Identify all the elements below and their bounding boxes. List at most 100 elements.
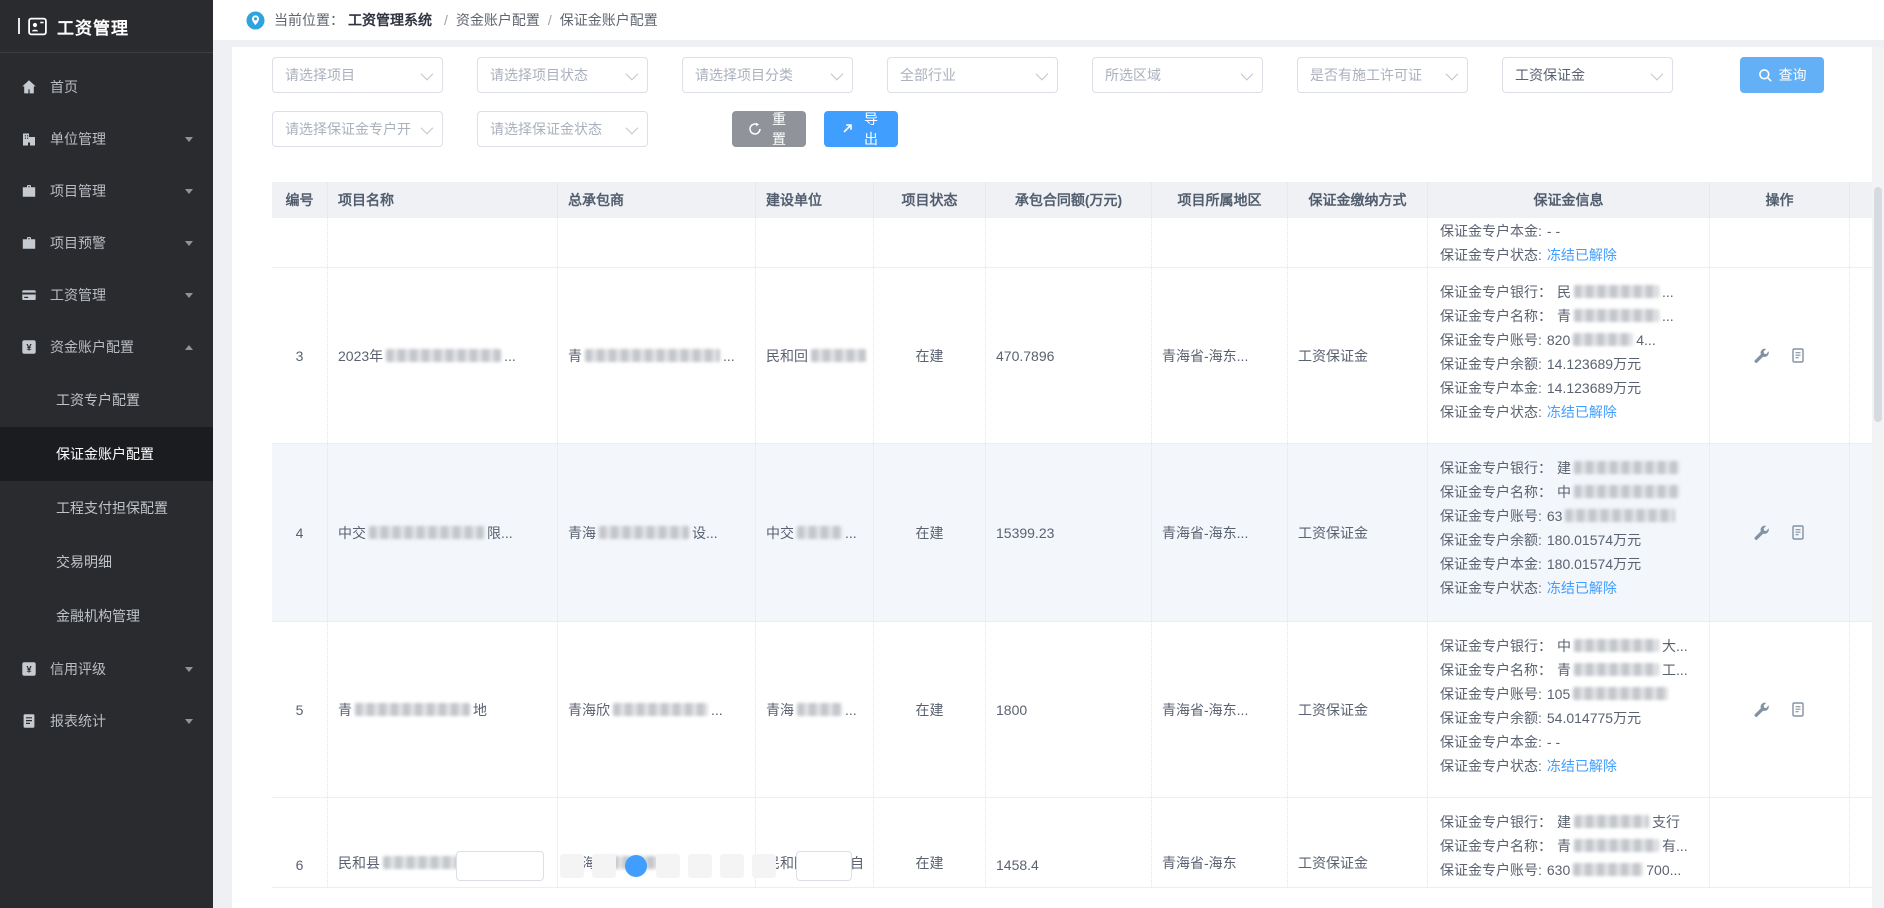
sidebar-item[interactable]: 项目管理 (0, 165, 213, 217)
filter-value: 全部行业 (900, 65, 956, 85)
filter-project-status[interactable]: 请选择项目状态 (477, 57, 648, 93)
sidebar-item-label: 单位管理 (50, 129, 106, 149)
edit-wrench-button[interactable] (1753, 524, 1770, 541)
redacted-text: 青海设... (568, 523, 718, 543)
blurred-text (1573, 863, 1643, 876)
column-header-region: 项目所属地区 (1152, 182, 1288, 218)
deposit-info-line: 保证金专户账号:105 (1440, 682, 1697, 706)
cell-region: 青海省-海东... (1152, 444, 1288, 621)
page-button[interactable] (688, 854, 712, 878)
breadcrumb-root[interactable]: 工资管理系统 (348, 10, 432, 30)
filter-project-category[interactable]: 请选择项目分类 (682, 57, 853, 93)
sidebar-item[interactable]: 首页 (0, 61, 213, 113)
column-header-name: 项目名称 (328, 182, 558, 218)
scrollbar-thumb[interactable] (1874, 187, 1882, 422)
breadcrumb-prefix: 当前位置： (274, 10, 344, 30)
cell-id (272, 218, 328, 267)
page-button[interactable] (656, 854, 680, 878)
sidebar-item[interactable]: 单位管理 (0, 113, 213, 165)
deposit-field-label: 保证金专户名称： (1440, 838, 1552, 854)
edit-wrench-button[interactable] (1753, 347, 1770, 364)
blurred-text (369, 526, 484, 539)
cell-amount: 1800 (986, 622, 1152, 797)
breadcrumb-item[interactable]: 资金账户配置 (456, 10, 540, 30)
blurred-text (811, 349, 866, 362)
cell-builder: 民和回 (756, 268, 874, 443)
export-button[interactable]: 导出 (824, 111, 898, 147)
page-button[interactable] (720, 854, 744, 878)
deposit-status-link[interactable]: 冻结已解除 (1547, 758, 1617, 774)
next-page-button[interactable] (752, 854, 776, 878)
cell-region: 青海省-海东 (1152, 798, 1288, 887)
refresh-icon (748, 122, 762, 136)
sidebar-item[interactable]: ¥信用评级 (0, 643, 213, 695)
sidebar-subitem[interactable]: 保证金账户配置 (0, 427, 213, 481)
filter-value: 请选择项目分类 (695, 65, 793, 85)
filter-row-1: 请选择项目请选择项目状态 请选择项目分类 全部行业 所选区域 是否有施工许可证 工资保证金… (272, 57, 1884, 93)
scrollbar-track[interactable] (1872, 47, 1884, 908)
deposit-info-line: 保证金专户名称： 青有... (1440, 834, 1697, 858)
filter-industry[interactable]: 全部行业 (887, 57, 1058, 93)
building-icon (20, 131, 37, 147)
cell-contractor: 青海设... (558, 444, 756, 621)
deposit-status-link[interactable]: 冻结已解除 (1547, 247, 1617, 263)
redacted-text: 青海欣... (568, 700, 723, 720)
filter-area[interactable]: 所选区域 (1092, 57, 1263, 93)
deposit-info-line: 保证金专户余额:54.014775万元 (1440, 706, 1697, 730)
filter-construction-permit[interactable]: 是否有施工许可证 (1297, 57, 1468, 93)
page-button[interactable] (592, 854, 616, 878)
prev-page-button[interactable] (560, 854, 584, 878)
cell-actions (1710, 622, 1850, 797)
location-pin-icon (246, 11, 265, 30)
cell-amount: 15399.23 (986, 444, 1152, 621)
deposit-field-value: 180.01574万元 (1547, 556, 1641, 572)
deposit-info-line: 保证金专户银行：建支行 (1440, 810, 1697, 834)
cell-builder: 中交... (756, 444, 874, 621)
column-header-contractor: 总承包商 (558, 182, 756, 218)
sidebar-item[interactable]: 报表统计 (0, 695, 213, 747)
edit-wrench-button[interactable] (1753, 701, 1770, 718)
sidebar-subitem[interactable]: 金融机构管理 (0, 589, 213, 643)
breadcrumb-item[interactable]: 保证金账户配置 (560, 10, 658, 30)
deposit-field-label: 保证金专户银行： (1440, 460, 1552, 476)
redacted-text: 青... (1557, 308, 1674, 324)
deposit-field-label: 保证金专户本金: (1440, 734, 1542, 750)
page-jump-input[interactable] (796, 851, 852, 881)
filter-deposit-bank[interactable]: 请选择保证金专户开 (272, 111, 443, 147)
sidebar-subitem[interactable]: 交易明细 (0, 535, 213, 589)
detail-document-button[interactable] (1790, 701, 1806, 718)
redacted-text: 青有... (1557, 838, 1688, 854)
filter-deposit-type[interactable]: 工资保证金 (1502, 57, 1673, 93)
sidebar-item[interactable]: ¥资金账户配置 (0, 321, 213, 373)
sidebar-subitem[interactable]: 工资专户配置 (0, 373, 213, 427)
breadcrumb-separator: / (548, 12, 552, 28)
filter-deposit-status[interactable]: 请选择保证金状态 (477, 111, 648, 147)
cell-deposit: 保证金专户银行：民...保证金专户名称：青...保证金专户账号:8204...保… (1428, 268, 1710, 443)
sidebar-subitem[interactable]: 工程支付担保配置 (0, 481, 213, 535)
detail-document-button[interactable] (1790, 347, 1806, 364)
page-size-select[interactable] (456, 851, 544, 881)
chevron-down-icon (185, 719, 193, 724)
redacted-text: 建 (1557, 460, 1682, 476)
sidebar-item[interactable]: 项目预警 (0, 217, 213, 269)
sidebar-item-label: 项目预警 (50, 233, 106, 253)
filter-value: 是否有施工许可证 (1310, 65, 1422, 85)
filter-project[interactable]: 请选择项目 (272, 57, 443, 93)
deposit-status-link[interactable]: 冻结已解除 (1547, 580, 1617, 596)
column-header-amount: 承包合同额(万元) (986, 182, 1152, 218)
detail-document-button[interactable] (1790, 524, 1806, 541)
filter-value: 请选择保证金专户开 (285, 119, 411, 139)
filter-value: 所选区域 (1105, 65, 1161, 85)
search-button[interactable]: 查询 (1740, 57, 1824, 93)
chevron-up-icon (185, 345, 193, 350)
deposit-info-line: 保证金专户余额:14.123689万元 (1440, 352, 1697, 376)
reset-button[interactable]: 重置 (732, 111, 806, 147)
cell-status: 在建 (874, 444, 986, 621)
yuan-icon: ¥ (20, 339, 37, 355)
sidebar-item[interactable]: 工资管理 (0, 269, 213, 321)
active-page-button[interactable] (625, 855, 647, 877)
table-row: 32023年...青...民和回在建470.7896青海省-海东...工资保证金… (272, 268, 1884, 444)
deposit-status-link[interactable]: 冻结已解除 (1547, 404, 1617, 420)
deposit-field-label: 保证金专户账号: (1440, 508, 1542, 524)
deposit-field-value: - - (1547, 223, 1560, 239)
